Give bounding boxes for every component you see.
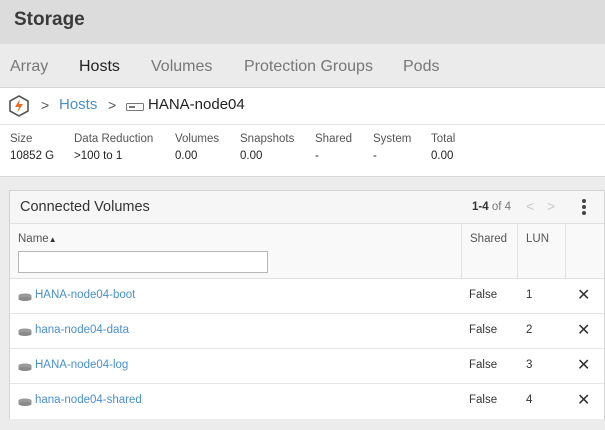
stat-data-reduction: Data Reduction >100 to 1 — [74, 133, 153, 162]
stat-value: 0.00 — [431, 150, 454, 162]
stat-value: 0.00 — [175, 150, 198, 162]
table-row: hana-node04-data False 2 ✕ — [10, 314, 604, 349]
tab-pods[interactable]: Pods — [403, 58, 439, 76]
breadcrumb-current-host: HANA-node04 — [148, 96, 245, 113]
shared-value: False — [469, 359, 498, 371]
tab-array[interactable]: Array — [10, 58, 48, 76]
stat-value: - — [315, 150, 319, 162]
stat-size: Size 10852 G — [10, 133, 54, 162]
table-header: Name▲ Shared LUN — [10, 224, 604, 279]
sort-ascending-icon: ▲ — [48, 235, 57, 244]
lun-value: 3 — [526, 359, 533, 371]
array-logo-icon[interactable] — [9, 95, 29, 117]
tab-volumes[interactable]: Volumes — [151, 58, 212, 76]
column-divider — [461, 224, 462, 279]
table-row: HANA-node04-log False 3 ✕ — [10, 349, 604, 384]
stat-total: Total 0.00 — [431, 133, 455, 162]
stat-system: System - — [373, 133, 411, 162]
tab-protection-groups[interactable]: Protection Groups — [244, 58, 373, 76]
panel-title: Connected Volumes — [20, 199, 150, 215]
disconnect-volume-icon[interactable]: ✕ — [577, 288, 591, 304]
lun-value: 2 — [526, 324, 533, 336]
column-header-shared[interactable]: Shared — [470, 233, 507, 245]
column-divider — [517, 224, 518, 279]
volume-icon — [18, 398, 32, 406]
column-name-label: Name — [18, 233, 49, 245]
stat-value: 0.00 — [240, 150, 263, 162]
breadcrumb: > Hosts > HANA-node04 — [0, 88, 605, 125]
stat-label: Total — [431, 133, 456, 145]
next-page-button[interactable]: > — [547, 198, 555, 214]
stat-label: Size — [10, 133, 33, 145]
stat-label: Volumes — [175, 133, 220, 145]
shared-value: False — [469, 289, 498, 301]
stat-shared: Shared - — [315, 133, 352, 162]
page-title: Storage — [14, 9, 85, 30]
lun-value: 4 — [526, 394, 533, 406]
pager-total: of 4 — [491, 201, 512, 213]
volume-icon — [18, 328, 32, 336]
tab-hosts[interactable]: Hosts — [79, 58, 120, 76]
host-stats: Size 10852 G Data Reduction >100 to 1 Vo… — [0, 125, 605, 177]
stat-snapshots: Snapshots 0.00 — [240, 133, 294, 162]
more-options-icon[interactable] — [578, 197, 590, 217]
shared-value: False — [469, 394, 498, 406]
volume-name-link[interactable]: HANA-node04-log — [35, 359, 128, 371]
lun-value: 1 — [526, 289, 533, 301]
stat-value: >100 to 1 — [74, 150, 123, 162]
column-header-lun[interactable]: LUN — [526, 233, 549, 245]
prev-page-button[interactable]: < — [526, 198, 534, 214]
pager-status: 1-4 of 4 — [472, 201, 511, 213]
breadcrumb-separator: > — [41, 97, 50, 113]
column-divider — [565, 224, 566, 279]
connected-volumes-panel: Connected Volumes 1-4 of 4 < > Name▲ Sha… — [9, 190, 605, 419]
volume-icon — [18, 293, 32, 301]
pager-range: 1-4 — [472, 201, 489, 213]
breadcrumb-separator: > — [108, 97, 117, 113]
table-row: HANA-node04-boot False 1 ✕ — [10, 279, 604, 314]
column-header-name[interactable]: Name▲ — [18, 233, 57, 245]
volume-name-link[interactable]: hana-node04-shared — [35, 394, 142, 406]
disconnect-volume-icon[interactable]: ✕ — [577, 358, 591, 374]
volume-name-link[interactable]: HANA-node04-boot — [35, 289, 135, 301]
disconnect-volume-icon[interactable]: ✕ — [577, 323, 591, 339]
stat-value: - — [373, 150, 377, 162]
host-icon — [126, 103, 144, 111]
stat-volumes: Volumes 0.00 — [175, 133, 219, 162]
stat-label: Snapshots — [240, 133, 295, 145]
volume-name-link[interactable]: hana-node04-data — [35, 324, 129, 336]
stat-value: 10852 G — [10, 150, 55, 162]
shared-value: False — [469, 324, 498, 336]
table-row: hana-node04-shared False 4 ✕ — [10, 384, 604, 419]
name-filter-input[interactable] — [18, 251, 268, 273]
disconnect-volume-icon[interactable]: ✕ — [577, 393, 591, 409]
stat-label: Shared — [315, 133, 353, 145]
volume-icon — [18, 363, 32, 371]
page-header: Storage — [0, 0, 605, 44]
tab-bar: Array Hosts Volumes Protection Groups Po… — [0, 44, 605, 131]
stat-label: System — [373, 133, 412, 145]
breadcrumb-hosts-link[interactable]: Hosts — [59, 96, 97, 113]
panel-header: Connected Volumes 1-4 of 4 < > — [10, 191, 604, 224]
stat-label: Data Reduction — [74, 133, 154, 145]
